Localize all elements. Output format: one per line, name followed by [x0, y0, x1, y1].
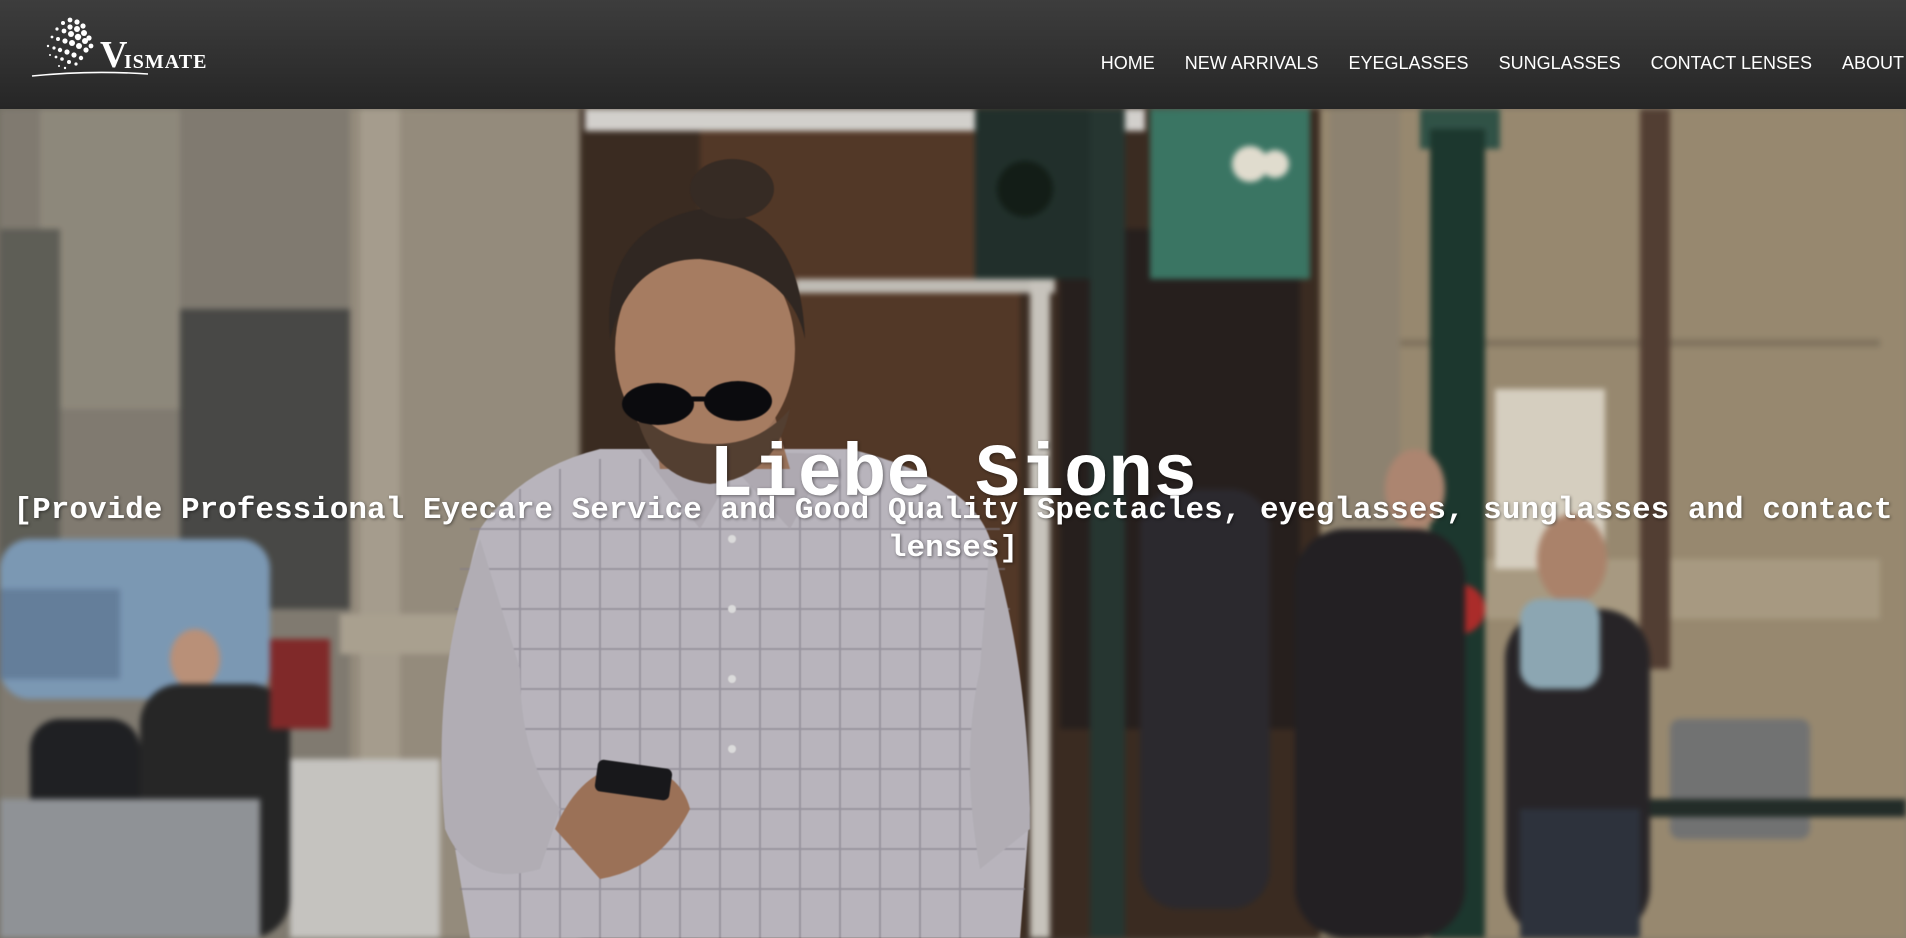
hero-subtitle: [Provide Professional Eyecare Service an…: [13, 493, 1893, 566]
nav-home[interactable]: HOME: [1101, 51, 1155, 75]
vismate-logo[interactable]: V ISMATE: [30, 10, 210, 80]
main-nav: HOME NEW ARRIVALS EYEGLASSES SUNGLASSES …: [1071, 51, 1906, 75]
site-header: V ISMATE HOME NEW ARRIVALS EYEGLASSES SU…: [0, 0, 1906, 109]
logo-wordmark: ISMATE: [124, 51, 207, 73]
nav-contact-lenses[interactable]: CONTACT LENSES: [1651, 51, 1812, 75]
nav-about[interactable]: ABOUT: [1842, 51, 1904, 75]
hero-banner: Liebe Sions [Provide Professional Eyecar…: [0, 109, 1906, 938]
nav-sunglasses[interactable]: SUNGLASSES: [1499, 51, 1621, 75]
nav-new-arrivals[interactable]: NEW ARRIVALS: [1185, 51, 1319, 75]
nav-eyeglasses[interactable]: EYEGLASSES: [1349, 51, 1469, 75]
